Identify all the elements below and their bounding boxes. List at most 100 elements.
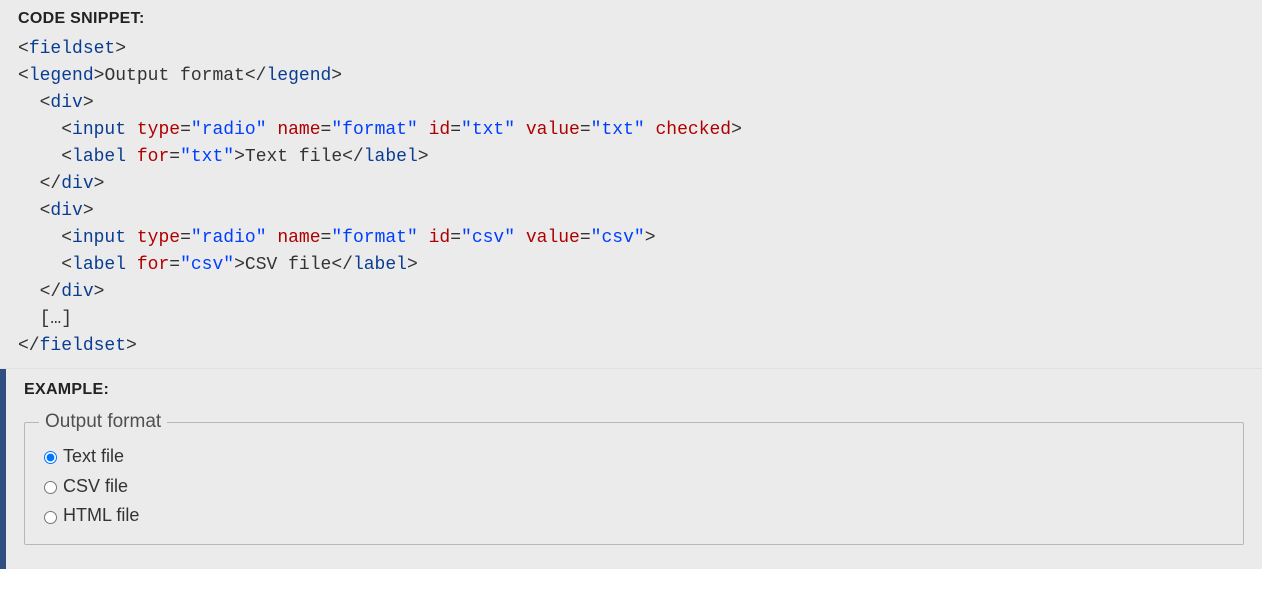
code-token: id	[429, 120, 451, 140]
code-token	[126, 147, 137, 167]
fieldset-legend: Output format	[39, 411, 167, 433]
code-token: div	[50, 201, 82, 221]
code-token: label	[72, 147, 126, 167]
code-token: <	[18, 66, 29, 86]
option-row-txt: Text file	[39, 441, 1229, 471]
output-format-fieldset: Output format Text file CSV file HTML file	[24, 411, 1244, 545]
code-token: >	[83, 93, 94, 113]
code-token: id	[429, 228, 451, 248]
code-token	[126, 255, 137, 275]
code-token	[267, 120, 278, 140]
code-token: >	[418, 147, 429, 167]
code-token: >	[645, 228, 656, 248]
code-token: =	[180, 228, 191, 248]
code-token: =	[321, 228, 332, 248]
code-token: =	[580, 228, 591, 248]
code-token: </	[245, 66, 267, 86]
radio-csv[interactable]	[44, 481, 57, 494]
code-token: type	[137, 228, 180, 248]
code-token: div	[61, 174, 93, 194]
code-token: div	[50, 93, 82, 113]
code-token: "csv"	[591, 228, 645, 248]
code-token: "radio"	[191, 120, 267, 140]
code-snippet-panel: CODE SNIPPET: <fieldset> <legend>Output …	[0, 0, 1262, 369]
code-token	[18, 93, 40, 113]
code-token: label	[72, 255, 126, 275]
code-token: >	[331, 66, 342, 86]
code-token: >	[83, 201, 94, 221]
code-token: "format"	[331, 228, 417, 248]
code-token: <	[18, 39, 29, 59]
code-token	[126, 120, 137, 140]
code-token	[18, 282, 40, 302]
option-row-html: HTML file	[39, 500, 1229, 530]
code-token: legend	[266, 66, 331, 86]
code-token: for	[137, 255, 169, 275]
code-token: legend	[29, 66, 94, 86]
code-token: input	[72, 120, 126, 140]
code-token: <	[61, 120, 72, 140]
code-token: =	[169, 147, 180, 167]
code-token	[267, 228, 278, 248]
code-token: name	[277, 120, 320, 140]
code-token: […]	[18, 309, 72, 329]
code-token	[18, 147, 61, 167]
code-token	[418, 120, 429, 140]
code-token: "csv"	[180, 255, 234, 275]
code-token: name	[277, 228, 320, 248]
code-token	[515, 228, 526, 248]
code-token: fieldset	[29, 39, 115, 59]
code-token: </	[18, 336, 40, 356]
code-token: >	[94, 66, 105, 86]
code-token: input	[72, 228, 126, 248]
radio-options-container: Text file CSV file HTML file	[39, 441, 1229, 530]
code-token: <	[61, 255, 72, 275]
code-token	[418, 228, 429, 248]
code-token: label	[364, 147, 418, 167]
code-token: >	[407, 255, 418, 275]
code-token: <	[40, 93, 51, 113]
code-token: "txt"	[591, 120, 645, 140]
code-token: =	[450, 120, 461, 140]
code-token: checked	[656, 120, 732, 140]
code-token: "radio"	[191, 228, 267, 248]
code-token	[18, 174, 40, 194]
code-token: =	[180, 120, 191, 140]
code-token: for	[137, 147, 169, 167]
example-header: EXAMPLE:	[24, 381, 1244, 399]
code-token: <	[61, 228, 72, 248]
code-token: =	[580, 120, 591, 140]
code-token: "format"	[331, 120, 417, 140]
radio-label-txt[interactable]: Text file	[63, 446, 124, 466]
code-token: >	[126, 336, 137, 356]
code-token: </	[40, 282, 62, 302]
code-token: div	[61, 282, 93, 302]
radio-label-html[interactable]: HTML file	[63, 505, 139, 525]
radio-html[interactable]	[44, 511, 57, 524]
code-token: label	[353, 255, 407, 275]
code-token: CSV file	[245, 255, 331, 275]
code-token: Text file	[245, 147, 342, 167]
code-token: </	[342, 147, 364, 167]
code-token: =	[450, 228, 461, 248]
code-block: <fieldset> <legend>Output format</legend…	[18, 36, 1244, 360]
code-token: </	[40, 174, 62, 194]
code-token: >	[234, 147, 245, 167]
code-token: =	[321, 120, 332, 140]
code-token: "txt"	[461, 120, 515, 140]
code-token: "csv"	[461, 228, 515, 248]
code-token: value	[526, 228, 580, 248]
code-token: <	[61, 147, 72, 167]
code-token: fieldset	[40, 336, 126, 356]
code-token	[645, 120, 656, 140]
radio-txt[interactable]	[44, 451, 57, 464]
code-snippet-header: CODE SNIPPET:	[18, 10, 1244, 28]
code-token: </	[331, 255, 353, 275]
code-token: "txt"	[180, 147, 234, 167]
code-token: type	[137, 120, 180, 140]
code-token	[18, 201, 40, 221]
code-token: >	[94, 282, 105, 302]
code-token: =	[169, 255, 180, 275]
code-token: >	[115, 39, 126, 59]
radio-label-csv[interactable]: CSV file	[63, 475, 128, 495]
